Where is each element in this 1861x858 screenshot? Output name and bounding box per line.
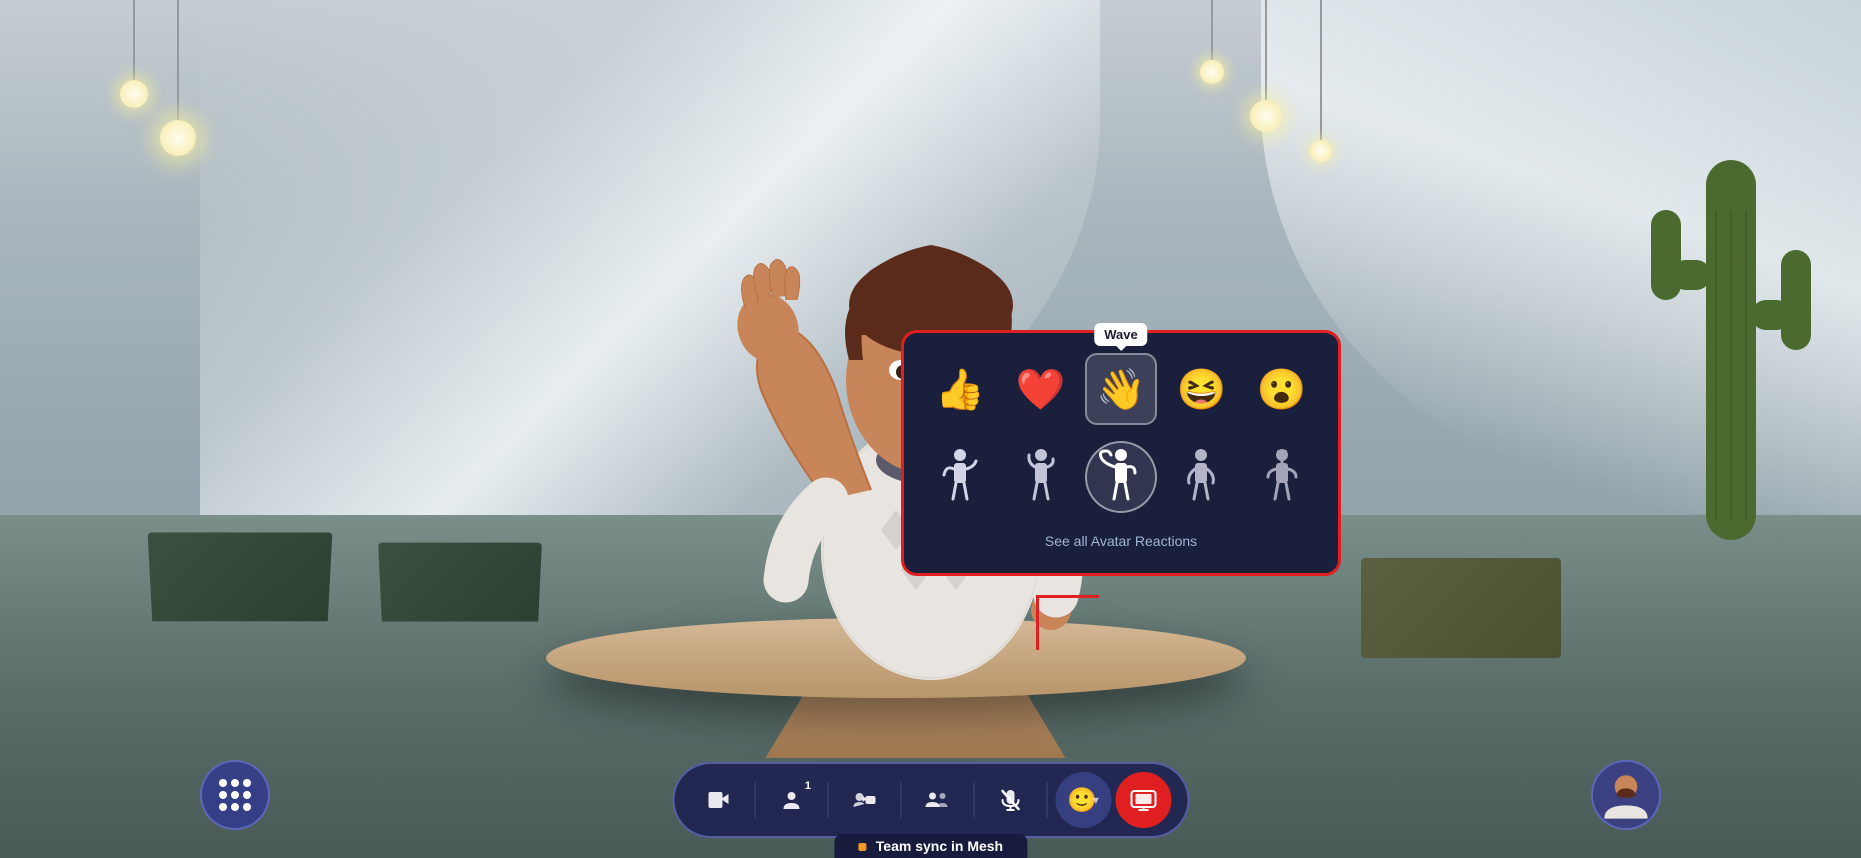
sep-4 [973,782,974,818]
avatar-pose-3-btn[interactable] [1085,441,1157,513]
emoji-dropdown-arrow: ▾ [1093,793,1099,807]
chair-2 [378,543,542,622]
cactus [1631,60,1831,560]
ceiling-light-2 [160,0,196,156]
apps-button[interactable] [200,760,270,830]
avatar-pose-1-btn[interactable] [924,441,996,513]
toolbar-pill: 1 [672,762,1189,838]
camera-btn[interactable] [690,772,746,828]
people-btn[interactable]: 1 [763,772,819,828]
bottom-toolbar: 1 [672,762,1189,838]
sep-5 [1046,782,1047,818]
surprised-btn[interactable]: 😮 [1246,353,1318,425]
status-label: Team sync in Mesh [876,838,1003,854]
chair-1 [148,532,333,621]
wave-btn[interactable]: Wave 👋 [1085,353,1157,425]
avatar-pose-4-btn[interactable] [1165,441,1237,513]
popup-connector-corner [1036,595,1099,598]
status-bar: Team sync in Mesh [834,834,1027,858]
wave-tooltip: Wave [1094,323,1147,346]
share-screen-icon [1130,789,1156,811]
camera-icon [706,789,730,811]
avatar-reactions-row [924,441,1318,513]
reactions-popup: 👍 ❤️ Wave 👋 😆 😮 [901,330,1341,576]
avatar-pose-2-btn[interactable] [1005,441,1077,513]
sep-3 [900,782,901,818]
people-icon [779,789,803,811]
bench-right [1361,558,1561,658]
avatar-cam-icon [851,789,877,811]
emoji-reactions-row: 👍 ❤️ Wave 👋 😆 😮 [924,353,1318,425]
ceiling-light-3 [1200,0,1224,84]
thumbs-up-btn[interactable]: 👍 [924,353,996,425]
mute-btn[interactable] [982,772,1038,828]
ceiling-light-5 [1310,0,1332,162]
ceiling-light-1 [120,0,148,108]
avatar-settings-btn[interactable] [909,772,965,828]
status-dot [858,843,866,851]
my-avatar-button[interactable] [1591,760,1661,830]
emoji-react-btn[interactable]: 🙂 ▾ [1055,772,1111,828]
avatar-cam-btn[interactable] [836,772,892,828]
mute-icon [999,788,1021,812]
avatar-preview [1593,760,1659,830]
people-count: 1 [805,780,811,792]
laugh-btn[interactable]: 😆 [1165,353,1237,425]
avatar-settings-icon [924,789,950,811]
ceiling-light-4 [1250,0,1282,132]
avatar-pose-5-btn[interactable] [1246,441,1318,513]
popup-connector-line [1036,595,1039,650]
share-screen-btn[interactable] [1115,772,1171,828]
see-all-reactions[interactable]: See all Avatar Reactions [924,529,1318,553]
heart-btn[interactable]: ❤️ [1005,353,1077,425]
sep-1 [754,782,755,818]
grid-icon [219,779,251,811]
sep-2 [827,782,828,818]
